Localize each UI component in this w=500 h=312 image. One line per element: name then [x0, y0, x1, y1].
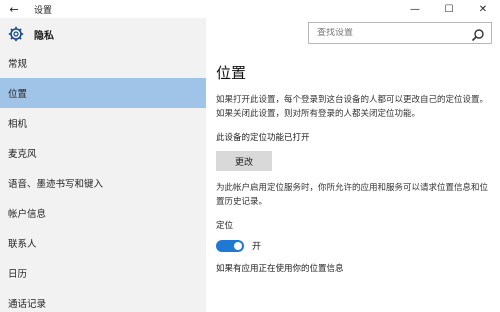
maximize-icon: ☐ — [444, 3, 454, 15]
page-title: 位置 — [216, 64, 247, 82]
sidebar-nav: 常规 位置 相机 麦克风 语音、墨迹书写和键入 帐户信息 联系人 日历 通话记录 — [0, 48, 206, 312]
sidebar-item-general[interactable]: 常规 — [0, 48, 206, 78]
location-label: 定位 — [216, 221, 234, 231]
sidebar-header: 隐私 — [0, 18, 206, 50]
sidebar-item-microphone[interactable]: 麦克风 — [0, 138, 206, 168]
intro-text: 如果打开此设置，每个登录到这台设备的人都可以更改自己的定位设置。如果关闭此设置，… — [216, 95, 489, 119]
title-bar: ← 设置 — ☐ ✕ — [0, 0, 500, 18]
sidebar-item-contacts[interactable]: 联系人 — [0, 228, 206, 258]
sidebar-item-account-info[interactable]: 帐户信息 — [0, 198, 206, 228]
gear-icon — [8, 26, 24, 42]
sidebar-item-call-history[interactable]: 通话记录 — [0, 288, 206, 312]
main-content: 位置 如果打开此设置，每个登录到这台设备的人都可以更改自己的定位设置。如果关闭此… — [206, 48, 500, 312]
device-location-status: 此设备的定位功能已打开 — [216, 133, 310, 143]
toggle-state-label: 开 — [252, 242, 262, 252]
search-input[interactable] — [317, 28, 467, 38]
sidebar: 隐私 常规 位置 相机 麦克风 语音、墨迹书写和键入 帐户信息 联系人 日历 通… — [0, 18, 206, 312]
toggle-knob — [234, 241, 242, 250]
account-description: 为此帐户启用定位服务时，你所允许的应用和服务可以请求位置信息和位置历史记录。 — [216, 183, 489, 207]
close-icon: ✕ — [478, 3, 488, 15]
search-icon[interactable] — [471, 27, 485, 42]
section-title: 隐私 — [34, 30, 54, 42]
change-button[interactable]: 更改 — [216, 151, 272, 171]
minimize-button[interactable]: — — [398, 0, 432, 18]
minimize-icon: — — [410, 3, 420, 15]
sidebar-item-speech-inking-typing[interactable]: 语音、墨迹书写和键入 — [0, 168, 206, 198]
location-toggle-row: 开 — [216, 239, 500, 252]
close-button[interactable]: ✕ — [466, 0, 500, 18]
search-box — [308, 22, 492, 44]
sidebar-item-calendar[interactable]: 日历 — [0, 258, 206, 288]
maximize-button[interactable]: ☐ — [432, 0, 466, 18]
back-arrow-icon: ← — [9, 2, 19, 16]
back-button[interactable]: ← — [0, 0, 28, 18]
sidebar-item-location[interactable]: 位置 — [0, 78, 206, 108]
sidebar-item-camera[interactable]: 相机 — [0, 108, 206, 138]
location-toggle[interactable] — [216, 239, 244, 252]
apps-using-location-text: 如果有应用正在使用你的位置信息 — [216, 264, 344, 274]
window-title: 设置 — [34, 5, 53, 16]
window-controls: — ☐ ✕ — [398, 0, 500, 18]
